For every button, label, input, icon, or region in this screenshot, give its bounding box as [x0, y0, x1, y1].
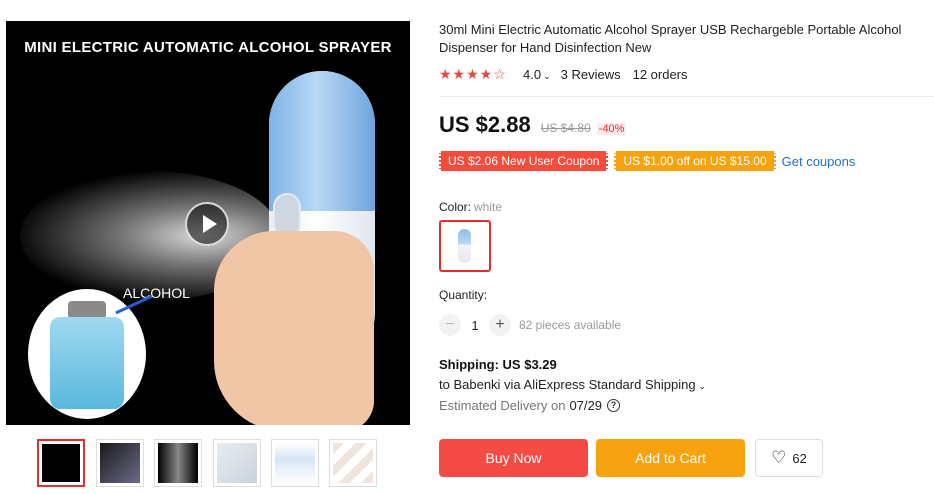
thumbnail-3[interactable]	[154, 439, 202, 487]
thumbnail-5[interactable]	[271, 439, 319, 487]
original-price: US $4.80	[540, 121, 591, 135]
current-price: US $2.88	[439, 112, 531, 137]
star-rating-icon: ★★★★☆	[439, 65, 507, 82]
shipping-method-dropdown[interactable]: to Babenki via AliExpress Standard Shipp…	[439, 377, 706, 392]
quantity-label: Quantity:	[439, 288, 488, 302]
thumbnail-4[interactable]	[213, 439, 261, 487]
minus-icon[interactable]: −	[439, 314, 461, 336]
shipping-method-text: to Babenki via AliExpress Standard Shipp…	[439, 377, 696, 392]
thumbnail-6[interactable]	[329, 439, 377, 487]
store-coupon[interactable]: US $1.00 off on US $15.00	[614, 151, 776, 171]
wishlist-count: 62	[792, 450, 807, 466]
shipping-price: Shipping: US $3.29	[439, 357, 557, 372]
alcohol-bottle	[50, 317, 124, 409]
thumbnail-2[interactable]	[96, 439, 144, 487]
sprayer-bottle-top	[269, 71, 375, 211]
chevron-down-icon: ⌄	[543, 70, 551, 81]
color-swatch-white[interactable]	[439, 220, 491, 272]
help-icon[interactable]: ?	[607, 399, 620, 412]
coupon-row: US $2.06 New User Coupon US $1.00 off on…	[439, 151, 855, 171]
reviews-link[interactable]: 3 Reviews	[561, 67, 621, 82]
play-video-button[interactable]	[185, 202, 229, 246]
wishlist-button[interactable]: ♡ 62	[755, 439, 823, 477]
get-coupons-link[interactable]: Get coupons	[782, 154, 856, 169]
heart-icon: ♡	[771, 448, 787, 467]
chevron-down-icon: ⌄	[698, 381, 707, 391]
swatch-image	[458, 229, 471, 263]
main-product-image[interactable]: MINI ELECTRIC AUTOMATIC ALCOHOL SPRAYER …	[6, 21, 410, 425]
rating-dropdown[interactable]: 4.0 ⌄	[523, 67, 551, 82]
hand-image	[214, 231, 374, 425]
color-label-text: Color:	[439, 200, 472, 214]
delivery-label: Estimated Delivery on	[439, 398, 566, 413]
quantity-input[interactable]: 1	[461, 318, 489, 333]
delivery-date: 07/29	[569, 398, 602, 413]
price-row: US $2.88 US $4.80 -40%	[439, 112, 627, 138]
quantity-stepper: − 1 + 82 pieces available	[439, 313, 621, 337]
buy-now-button[interactable]: Buy Now	[439, 439, 588, 477]
rating-value: 4.0	[523, 66, 542, 82]
rating-row: ★★★★☆ 4.0 ⌄ 3 Reviews 12 orders	[439, 65, 688, 83]
new-user-coupon[interactable]: US $2.06 New User Coupon	[439, 151, 609, 171]
alcohol-label: ALCOHOL	[123, 285, 190, 301]
add-to-cart-button[interactable]: Add to Cart	[596, 439, 745, 477]
image-title-text: MINI ELECTRIC AUTOMATIC ALCOHOL SPRAYER	[24, 39, 392, 56]
product-title: 30ml Mini Electric Automatic Alcohol Spr…	[439, 22, 902, 55]
color-label: Color: white	[439, 200, 502, 214]
estimated-delivery: Estimated Delivery on 07/29 ?	[439, 398, 620, 413]
thumbnail-1[interactable]	[37, 439, 85, 487]
color-value: white	[474, 200, 503, 214]
plus-icon[interactable]: +	[489, 314, 511, 336]
divider	[439, 96, 934, 97]
available-count: 82 pieces available	[519, 318, 622, 332]
orders-count: 12 orders	[632, 66, 688, 82]
discount-badge: -40%	[596, 123, 627, 135]
